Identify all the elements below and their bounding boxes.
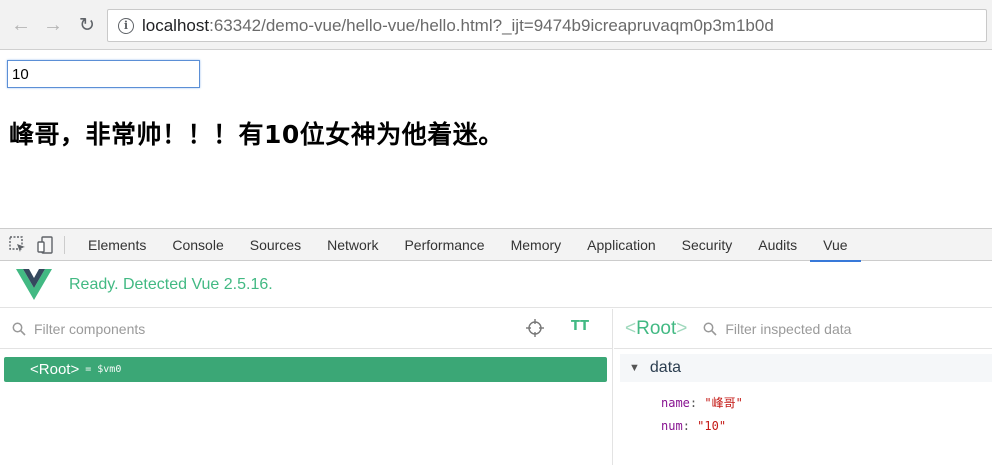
search-icon xyxy=(12,322,26,336)
filter-components-input[interactable]: Filter components xyxy=(34,321,145,337)
property-key: num xyxy=(661,419,683,433)
data-property-row[interactable]: num: "10" xyxy=(661,419,726,433)
number-input[interactable] xyxy=(7,60,200,88)
device-toolbar-icon[interactable] xyxy=(36,235,56,255)
format-names-icon[interactable]: TT xyxy=(571,319,589,334)
tab-console[interactable]: Console xyxy=(159,228,236,261)
filter-components-bar[interactable]: Filter components TT xyxy=(0,309,612,349)
inspector-header: <Root> Filter inspected data xyxy=(614,309,992,349)
toolbar-divider xyxy=(64,235,65,254)
root-open-bracket: < xyxy=(30,361,39,378)
search-icon xyxy=(703,322,717,336)
collapse-triangle-icon[interactable]: ▼ xyxy=(629,362,640,374)
page-headline: 峰哥，非常帅！！！有10位女神为他着迷。 xyxy=(9,120,504,149)
address-bar[interactable]: i localhost:63342/demo-vue/hello-vue/hel… xyxy=(107,9,987,42)
forward-arrow-icon[interactable]: → xyxy=(42,14,64,36)
back-arrow-icon[interactable]: ← xyxy=(10,14,32,36)
inspect-element-icon[interactable] xyxy=(8,235,28,255)
tab-network[interactable]: Network xyxy=(314,228,391,261)
select-component-crosshair-icon[interactable] xyxy=(526,319,544,337)
root-component-name: Root xyxy=(38,361,71,378)
devtools-tab-bar: Elements Console Sources Network Perform… xyxy=(0,228,992,262)
page-content: 峰哥，非常帅！！！有10位女神为他着迷。 xyxy=(0,50,992,228)
property-key: name xyxy=(661,396,690,410)
tab-performance[interactable]: Performance xyxy=(391,228,497,261)
property-value: "10" xyxy=(697,419,727,433)
tab-vue[interactable]: Vue xyxy=(810,228,861,262)
url-path: :63342/demo-vue/hello-vue/hello.html?_ij… xyxy=(209,15,774,35)
vue-devtools-header: Ready. Detected Vue 2.5.16. xyxy=(0,262,992,308)
vue-status-text: Ready. Detected Vue 2.5.16. xyxy=(69,275,273,293)
root-vm-label: = $vm0 xyxy=(85,364,122,375)
data-section-header[interactable]: ▼ data xyxy=(620,354,992,382)
browser-toolbar: ← → ↻ i localhost:63342/demo-vue/hello-v… xyxy=(0,0,992,50)
url-host: localhost xyxy=(142,15,210,35)
tab-security[interactable]: Security xyxy=(669,228,746,261)
data-section-label: data xyxy=(649,359,682,376)
tab-memory[interactable]: Memory xyxy=(498,228,575,261)
filter-inspected-data-input[interactable]: Filter inspected data xyxy=(725,321,851,337)
reload-icon[interactable]: ↻ xyxy=(76,14,98,36)
tab-application[interactable]: Application xyxy=(574,228,669,261)
info-icon[interactable]: i xyxy=(118,17,134,34)
tab-sources[interactable]: Sources xyxy=(237,228,314,261)
root-close-bracket: > xyxy=(70,361,80,378)
inspector-pane: <Root> Filter inspected data ▼ data name… xyxy=(614,309,992,465)
data-property-row[interactable]: name: "峰哥" xyxy=(661,394,743,411)
vue-logo-icon xyxy=(16,268,52,300)
component-tree-root-row[interactable]: < Root > = $vm0 xyxy=(4,357,607,382)
tab-elements[interactable]: Elements xyxy=(75,228,159,261)
property-value: "峰哥" xyxy=(704,396,743,410)
tab-audits[interactable]: Audits xyxy=(745,228,810,261)
components-pane: Filter components TT < Root > = $vm0 xyxy=(0,309,613,465)
inspected-component-title: <Root> xyxy=(625,317,688,339)
